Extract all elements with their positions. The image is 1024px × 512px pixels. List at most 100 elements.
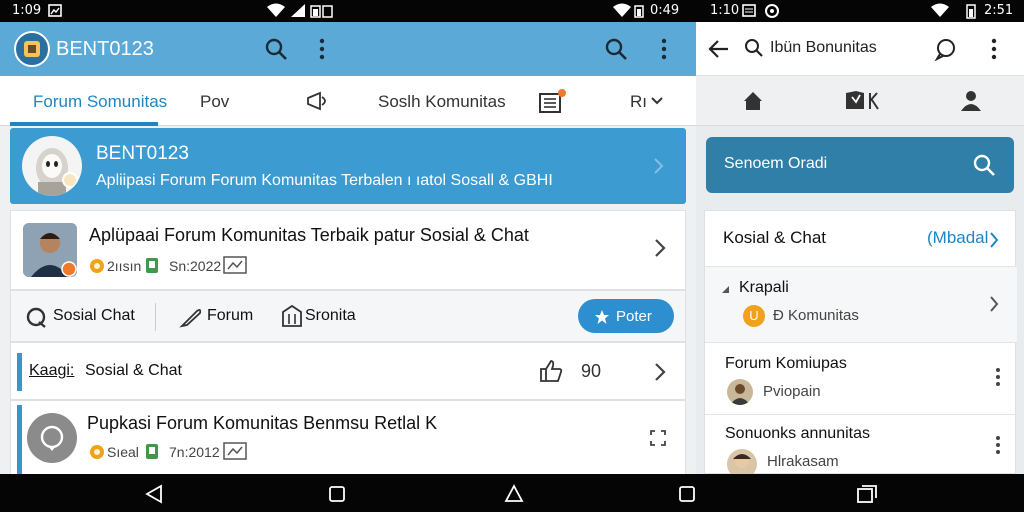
see-all-link[interactable]: (Mbadal — [927, 228, 988, 248]
author-avatar — [27, 413, 77, 463]
notification-icon — [742, 4, 756, 17]
chevron-right-icon — [989, 231, 999, 249]
post-button[interactable]: Poter — [578, 299, 674, 333]
category-marker — [17, 353, 22, 391]
category-row[interactable]: Kaagi: Sosial & Chat 90 — [10, 342, 686, 400]
bookmark-tag-icon[interactable] — [844, 89, 884, 113]
chevron-right-icon — [652, 156, 664, 176]
battery-icon-3 — [966, 3, 976, 19]
wifi-icon — [266, 3, 286, 18]
komunitas-button[interactable]: Sronita — [305, 307, 356, 325]
like-count: 90 — [581, 361, 602, 381]
left-pane: BENT0123 Forum Somunitas Pov Soslh Komun… — [0, 22, 696, 474]
system-navigation-bar — [0, 474, 1024, 512]
category-value: Sosial & Chat — [85, 362, 182, 379]
status-time-3: 1:10 — [710, 3, 740, 18]
overflow-menu-icon[interactable] — [318, 38, 326, 60]
image-icon — [223, 442, 247, 460]
post-card[interactable]: Aplüpaai Forum Komunitas Terbaik patur S… — [10, 210, 686, 290]
post-card[interactable]: Pupkasi Forum Komunitas Benmsu Retlal K … — [10, 400, 686, 474]
search-app-bar: Ibün Bonunitas — [696, 22, 1024, 76]
overflow-menu-icon[interactable] — [995, 367, 1001, 387]
tab-more-label: Rı — [630, 92, 647, 111]
forum-button[interactable]: Forum — [207, 307, 253, 325]
back-arrow-icon[interactable] — [708, 38, 730, 60]
list-item-subtitle: Ð Komunitas — [773, 307, 859, 324]
bookmark-icon — [145, 257, 159, 275]
caret-icon — [721, 285, 731, 295]
list-item[interactable]: Krapali U Ð Komunitas — [705, 267, 1017, 343]
author-avatar — [23, 223, 77, 277]
star-icon — [594, 309, 610, 325]
right-pane: Ibün Bonunitas Senoem Oradi Kosial & Cha… — [696, 22, 1024, 474]
list-item-title: Krapali — [739, 279, 789, 296]
status-time: 1:09 — [12, 3, 42, 18]
list-item-title: Sonuonks annunitas — [725, 425, 870, 442]
section-title: Kosial & Chat — [723, 228, 826, 247]
list-item[interactable]: Sonuonks annunitas Hlrakasam — [705, 415, 1017, 474]
search-title[interactable]: Ibün Bonunitas — [770, 39, 877, 57]
app-bar: BENT0123 — [0, 22, 696, 76]
wifi-icon-2 — [612, 3, 632, 18]
chat-icon[interactable] — [934, 37, 958, 61]
profile-banner[interactable]: BENT0123 Apliipasi Forum Forum Komunitas… — [10, 128, 686, 204]
tab-bar: Forum Somunitas Pov Soslh Komunitas Rı — [0, 76, 696, 126]
thumbs-up-icon[interactable] — [539, 359, 563, 383]
home-nav-icon[interactable] — [328, 485, 346, 503]
overflow-menu-icon-2[interactable] — [660, 38, 668, 60]
search-icon[interactable] — [264, 37, 288, 61]
search-input[interactable]: Senoem Oradi — [724, 155, 827, 173]
data-saver-icon — [764, 3, 780, 19]
avatar — [727, 449, 757, 474]
gallery-notification-icon — [48, 4, 62, 17]
post-marker — [17, 405, 22, 474]
home-icon[interactable] — [742, 90, 764, 112]
search-icon — [744, 38, 764, 58]
profile-name: BENT0123 — [96, 143, 189, 164]
bookmark-icon — [145, 443, 159, 461]
wifi-icon-3 — [930, 3, 950, 18]
feather-icon — [179, 305, 203, 329]
back-nav-icon[interactable] — [144, 484, 164, 504]
status-bar: 1:09 0:49 1:10 2:51 — [0, 0, 1024, 22]
list-item-subtitle: Pviopain — [763, 383, 821, 400]
search-icon[interactable] — [972, 153, 996, 177]
tab-forum[interactable]: Forum Somunitas — [33, 92, 167, 112]
news-icon[interactable] — [538, 88, 568, 114]
tab-komunitas[interactable]: Soslh Komunitas — [378, 92, 506, 112]
tab-active-indicator — [10, 122, 158, 126]
post-date: 7n:2012 — [169, 444, 220, 460]
app-title: BENT0123 — [56, 38, 154, 60]
signal-icon — [290, 3, 306, 18]
app-logo[interactable] — [14, 31, 50, 67]
chevron-down-icon — [650, 90, 664, 110]
expand-icon[interactable] — [649, 429, 667, 447]
multiwindow-nav-icon[interactable] — [856, 484, 878, 504]
avatar — [22, 136, 82, 196]
chevron-right-icon — [653, 237, 667, 259]
status-time-2: 0:49 — [650, 3, 680, 18]
coin-icon — [89, 258, 105, 274]
post-title[interactable]: Pupkasi Forum Komunitas Benmsu Retlal K — [87, 413, 437, 434]
list-item[interactable]: Forum Komiupas Pviopain — [705, 343, 1017, 415]
avatar — [727, 379, 753, 405]
post-title[interactable]: Aplüpaai Forum Komunitas Terbaik patur S… — [89, 225, 529, 246]
chevron-right-icon — [989, 295, 999, 313]
search-icon-2[interactable] — [604, 37, 628, 61]
tab-pov[interactable]: Pov — [200, 92, 229, 112]
tab-more[interactable]: Rı — [630, 92, 663, 112]
divider — [155, 303, 156, 331]
megaphone-icon[interactable] — [306, 90, 332, 112]
overflow-menu-icon[interactable] — [990, 38, 998, 60]
people-icon[interactable] — [958, 89, 984, 113]
triangle-nav-icon[interactable] — [504, 484, 524, 504]
sosial-chat-button[interactable]: Sosial Chat — [53, 307, 135, 325]
post-button-label: Poter — [616, 308, 652, 325]
overflow-menu-icon[interactable] — [995, 435, 1001, 455]
search-field[interactable]: Senoem Oradi — [706, 137, 1014, 193]
category-label: Kaagi: — [29, 362, 75, 379]
section-header: Kosial & Chat (Mbadal — [705, 211, 1017, 267]
coin-icon — [89, 444, 105, 460]
list-item-subtitle: Hlrakasam — [767, 453, 839, 470]
recents-nav-icon[interactable] — [678, 485, 696, 503]
